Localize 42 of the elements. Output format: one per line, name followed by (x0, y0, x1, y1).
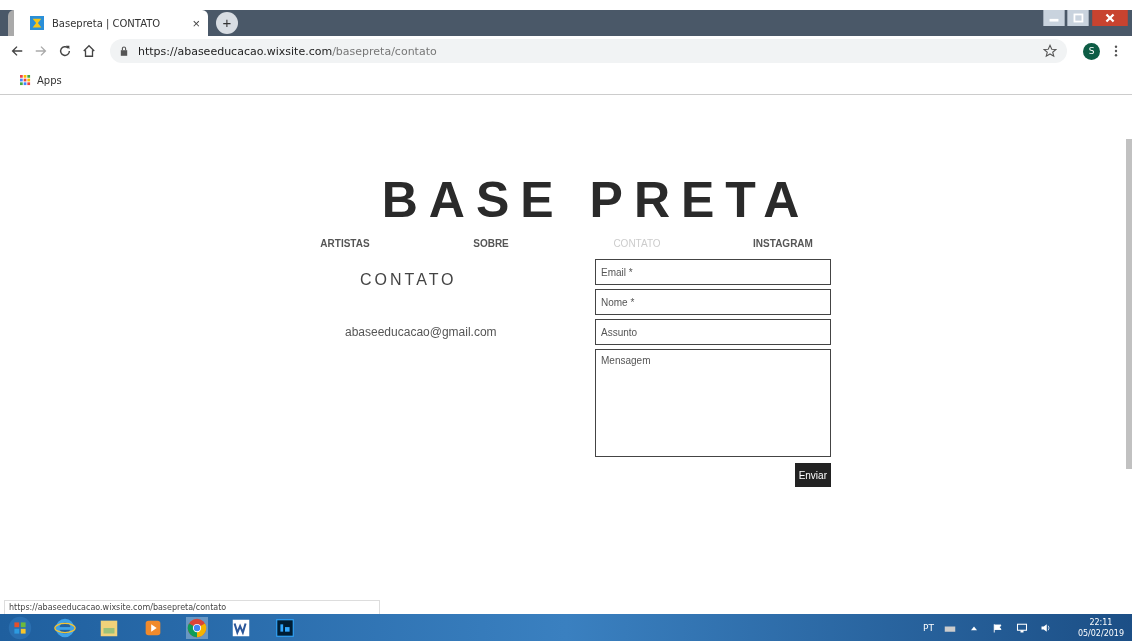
language-indicator[interactable]: PT (922, 622, 934, 633)
contact-heading: CONTATO (360, 271, 458, 289)
back-icon[interactable] (10, 44, 24, 58)
chrome-icon[interactable] (186, 616, 208, 639)
clock-date: 05/02/2019 (1077, 627, 1124, 639)
home-icon[interactable] (82, 44, 96, 58)
favicon-icon (30, 16, 44, 30)
nav-link[interactable]: SOBRE (418, 238, 564, 249)
speaker-icon[interactable] (1039, 622, 1052, 633)
star-icon[interactable] (1043, 44, 1057, 58)
browser-tab[interactable]: Basepreta | CONTATO × (8, 10, 208, 36)
scrollbar[interactable] (1126, 139, 1132, 469)
nav-link[interactable]: INSTAGRAM (710, 238, 856, 249)
status-url: https://abaseeducacao.wixsite.com/basepreta/contato (4, 600, 380, 614)
input-field[interactable]: Email * (595, 259, 831, 285)
start-button-icon[interactable] (8, 615, 32, 640)
nav-link[interactable]: ARTISTAS (272, 238, 418, 249)
close-icon[interactable] (1090, 10, 1130, 26)
menu-icon[interactable] (1114, 45, 1118, 57)
address-bar[interactable]: https://abaseeducacao.wixsite.com/basepreta/contato (110, 39, 1067, 63)
email-address: abaseeducacao@gmail.com (345, 325, 498, 339)
maximize-icon[interactable] (1066, 10, 1090, 26)
submit-button[interactable]: Enviar (794, 463, 831, 487)
input-field[interactable]: Assunto (595, 319, 831, 345)
flag-icon[interactable] (991, 622, 1004, 633)
close-tab-button[interactable]: × (192, 15, 200, 31)
browser-e-icon[interactable] (54, 616, 76, 639)
message-field[interactable]: Mensagem (595, 349, 831, 457)
bookmark-item[interactable]: Apps (20, 74, 62, 86)
url-text: https://abaseeducacao.wixsite.com/basepreta/contato (138, 44, 438, 58)
input-field[interactable]: Nome * (595, 289, 831, 315)
network-icon[interactable] (1015, 622, 1028, 633)
clock-time: 22:11 (1089, 616, 1113, 628)
minimize-icon[interactable] (1042, 10, 1066, 26)
apps-grid-icon (20, 74, 31, 86)
reload-icon[interactable] (58, 44, 72, 58)
site-logo: BASE PRETA (380, 171, 812, 230)
clock[interactable]: 22:11 05/02/2019 (1077, 616, 1124, 639)
lock-icon (120, 46, 128, 56)
tab-title: Basepreta | CONTATO (52, 17, 162, 29)
new-tab-button[interactable]: + (216, 12, 238, 34)
profile-avatar[interactable]: S (1083, 42, 1100, 60)
